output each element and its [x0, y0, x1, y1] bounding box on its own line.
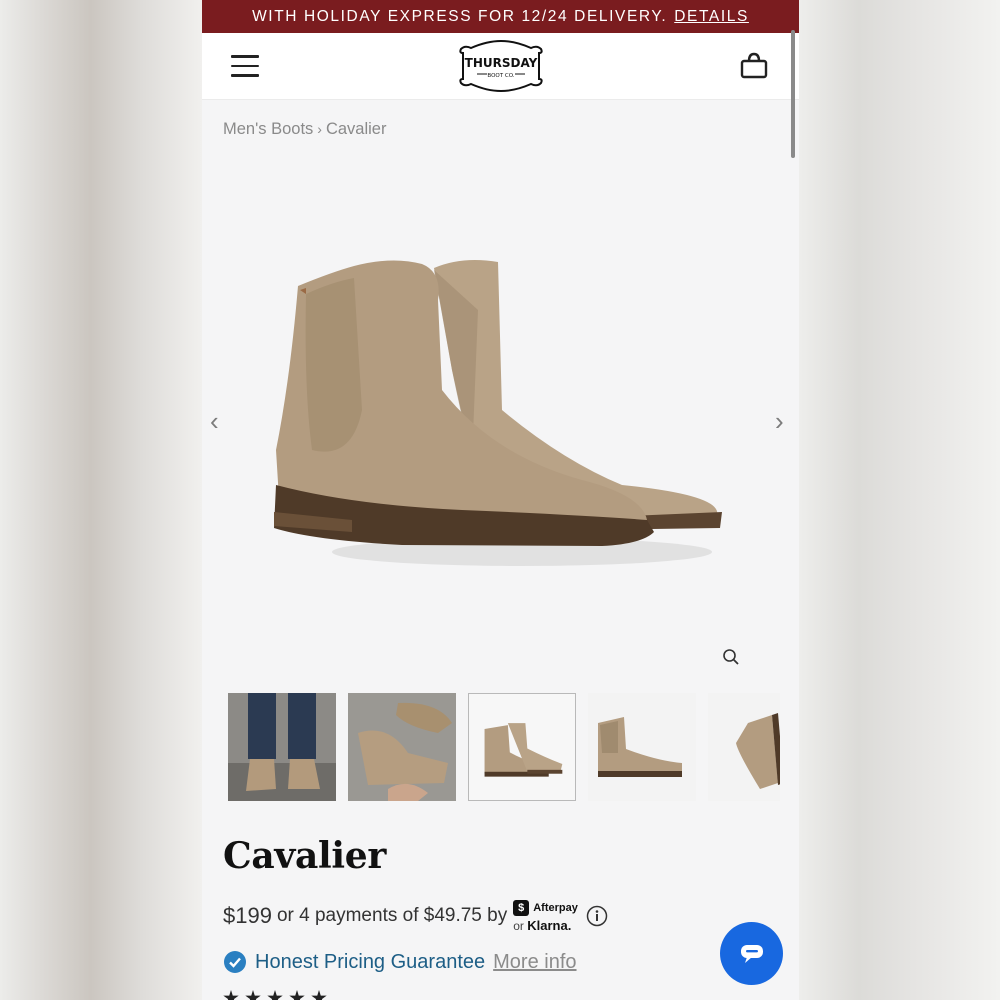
klarna-logo: or Klarna. — [513, 918, 572, 933]
check-badge-icon — [224, 951, 246, 973]
gallery-next-arrow[interactable]: › — [775, 408, 784, 434]
thumbnail-strip — [228, 693, 780, 801]
thumbnail-2[interactable] — [348, 693, 456, 801]
gallery-prev-arrow[interactable]: ‹ — [210, 408, 219, 434]
star-icon — [245, 990, 261, 1000]
star-icon — [289, 990, 305, 1000]
breadcrumb-cavalier[interactable]: Cavalier — [326, 120, 387, 138]
blurred-background-right — [798, 0, 1000, 1000]
thumbnail-5[interactable] — [708, 693, 780, 801]
honest-pricing-label: Honest Pricing Guarantee — [255, 950, 486, 973]
product-price: $199 — [223, 903, 272, 928]
more-info-link[interactable]: More info — [493, 951, 576, 974]
thumbnail-1[interactable] — [228, 693, 336, 801]
blurred-background-left — [0, 0, 202, 1000]
page-scrollbar[interactable] — [791, 30, 795, 158]
product-hero-image[interactable] — [202, 160, 799, 680]
thursday-boot-logo[interactable]: THURSDAY BOOT CO. — [457, 39, 545, 93]
thumbnail-4[interactable] — [588, 693, 696, 801]
star-icon — [267, 990, 283, 1000]
promo-banner: WITH HOLIDAY EXPRESS FOR 12/24 DELIVERY.… — [202, 0, 799, 33]
product-page: WITH HOLIDAY EXPRESS FOR 12/24 DELIVERY.… — [202, 0, 799, 1000]
thumbnail-3[interactable] — [468, 693, 576, 801]
honest-pricing-row: Honest Pricing Guarantee More info — [223, 950, 577, 974]
site-header: THURSDAY BOOT CO. — [202, 33, 799, 100]
logo-wordmark: THURSDAY — [465, 56, 538, 70]
installment-text: or 4 payments of $49.75 by — [276, 905, 508, 926]
chat-bubble-icon — [740, 944, 763, 963]
product-title: Cavalier — [223, 835, 387, 877]
rating-stars — [223, 990, 327, 1000]
star-icon — [223, 990, 239, 1000]
breadcrumb-mens-boots[interactable]: Men's Boots — [223, 120, 313, 138]
afterpay-logo: $ Afterpay — [513, 900, 578, 916]
hamburger-icon[interactable] — [231, 55, 259, 77]
promo-text: WITH HOLIDAY EXPRESS FOR 12/24 DELIVERY. — [252, 7, 668, 25]
magnifier-icon[interactable] — [722, 648, 740, 666]
promo-details-link[interactable]: DETAILS — [674, 8, 749, 26]
logo-subline: BOOT CO. — [487, 73, 514, 79]
price-row: $199 or 4 payments of $49.75 by $ Afterp… — [223, 900, 608, 932]
payment-logos: $ Afterpay or Klarna. — [513, 900, 578, 932]
breadcrumb-separator: › — [317, 121, 322, 137]
afterpay-icon: $ — [513, 900, 530, 916]
chat-button[interactable] — [720, 922, 783, 985]
breadcrumb: Men's Boots › Cavalier — [223, 120, 386, 139]
star-icon — [311, 990, 327, 1000]
shopping-bag-icon[interactable] — [739, 51, 769, 81]
info-icon[interactable] — [586, 905, 608, 927]
